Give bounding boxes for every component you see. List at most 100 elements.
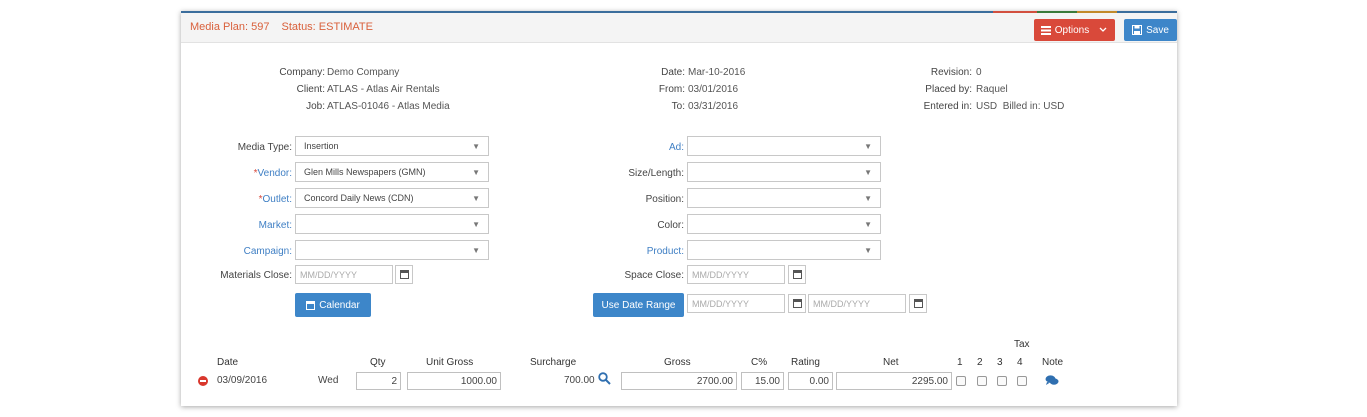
to-label: To: <box>671 101 685 112</box>
dropdown-caret-icon: ▼ <box>472 220 480 229</box>
client-value: ATLAS - Atlas Air Rentals <box>327 84 440 95</box>
vendor-select[interactable]: Glen Mills Newspapers (GMN) ▼ <box>295 162 489 182</box>
tax-2-checkbox[interactable] <box>977 376 987 386</box>
revision-label: Revision: <box>930 67 972 78</box>
market-select[interactable]: ▼ <box>295 214 489 234</box>
campaign-select[interactable]: ▼ <box>295 240 489 260</box>
placed-by-value: Raquel <box>976 84 1008 95</box>
size-length-select[interactable]: ▼ <box>687 162 881 182</box>
placed-by-label: Placed by: <box>925 84 972 95</box>
save-label: Save <box>1146 24 1169 36</box>
ad-select[interactable]: ▼ <box>687 136 881 156</box>
media-type-label: Media Type: <box>237 142 292 153</box>
calendar-icon <box>913 299 923 308</box>
color-label: Color: <box>657 220 684 231</box>
col-header-net: Net <box>883 357 899 368</box>
vendor-value: Glen Mills Newspapers (GMN) <box>304 167 426 177</box>
calendar-button-label: Calendar <box>319 299 360 311</box>
options-label: Options <box>1054 24 1090 36</box>
job-value: ATLAS-01046 - Atlas Media <box>327 101 450 112</box>
comment-icon[interactable] <box>1045 375 1059 386</box>
calendar-button[interactable]: Calendar <box>295 293 371 317</box>
qty-input[interactable]: 2 <box>356 372 401 390</box>
range-end-input[interactable]: MM/DD/YYYY <box>808 294 906 313</box>
dropdown-caret-icon: ▼ <box>864 142 872 151</box>
entered-in-currency: USD <box>976 101 998 112</box>
space-close-label: Space Close: <box>624 270 684 281</box>
dropdown-caret-icon: ▼ <box>864 168 872 177</box>
materials-close-label: Materials Close: <box>220 270 292 281</box>
color-select[interactable]: ▼ <box>687 214 881 234</box>
materials-close-calendar-button[interactable] <box>395 265 413 284</box>
billed-in-currency: USD <box>1043 101 1065 112</box>
media-type-value: Insertion <box>304 141 339 151</box>
gross-input[interactable]: 2700.00 <box>621 372 737 390</box>
from-value: 03/01/2016 <box>688 84 739 95</box>
col-header-c-pct: C% <box>751 357 768 368</box>
position-label: Position: <box>645 194 684 205</box>
calendar-icon <box>792 299 802 308</box>
dropdown-caret-icon: ▼ <box>864 246 872 255</box>
tax-group-header: Tax <box>1014 339 1030 350</box>
space-close-calendar-button[interactable] <box>788 265 806 284</box>
remove-row-icon[interactable] <box>198 376 208 386</box>
search-icon[interactable] <box>598 372 611 385</box>
outlet-select[interactable]: Concord Daily News (CDN) ▼ <box>295 188 489 208</box>
ad-label[interactable]: Ad: <box>669 142 684 153</box>
outlet-label: *Outlet: <box>258 194 292 205</box>
c-pct-input[interactable]: 15.00 <box>741 372 784 390</box>
size-length-label: Size/Length: <box>628 168 684 179</box>
net-input[interactable]: 2295.00 <box>836 372 952 390</box>
col-header-tax-1: 1 <box>957 357 963 368</box>
from-label: From: <box>658 84 685 95</box>
row-day: Wed <box>318 375 339 386</box>
col-header-tax-2: 2 <box>977 357 983 368</box>
page-title: Media Plan: 597 Status: ESTIMATE <box>190 21 373 33</box>
calendar-icon <box>792 270 802 279</box>
client-label: Client: <box>296 84 325 95</box>
col-header-tax-4: 4 <box>1017 357 1023 368</box>
position-select[interactable]: ▼ <box>687 188 881 208</box>
revision-value: 0 <box>976 67 982 78</box>
date-label: Date: <box>661 67 685 78</box>
col-header-gross: Gross <box>664 357 691 368</box>
col-header-surcharge: Surcharge <box>530 357 577 368</box>
media-plan-number: Media Plan: 597 <box>190 21 270 33</box>
col-header-tax-3: 3 <box>997 357 1003 368</box>
materials-close-input[interactable]: MM/DD/YYYY <box>295 265 393 284</box>
dropdown-caret-icon: ▼ <box>864 194 872 203</box>
dropdown-caret-icon: ▼ <box>472 246 480 255</box>
chevron-down-icon <box>1099 27 1107 32</box>
col-header-qty: Qty <box>370 357 386 368</box>
col-header-note: Note <box>1042 357 1064 368</box>
status-text: Status: ESTIMATE <box>281 21 374 33</box>
tax-3-checkbox[interactable] <box>997 376 1007 386</box>
to-value: 03/31/2016 <box>688 101 739 112</box>
outlet-value: Concord Daily News (CDN) <box>304 193 414 203</box>
space-close-input[interactable]: MM/DD/YYYY <box>687 265 785 284</box>
rating-input[interactable]: 0.00 <box>788 372 833 390</box>
vendor-label: *Vendor: <box>253 168 292 179</box>
product-label[interactable]: Product: <box>647 246 684 257</box>
tax-4-checkbox[interactable] <box>1017 376 1027 386</box>
product-select[interactable]: ▼ <box>687 240 881 260</box>
tax-1-checkbox[interactable] <box>956 376 966 386</box>
campaign-label[interactable]: Campaign: <box>244 246 292 257</box>
market-label[interactable]: Market: <box>259 220 292 231</box>
unit-gross-input[interactable]: 1000.00 <box>407 372 501 390</box>
dropdown-caret-icon: ▼ <box>864 220 872 229</box>
range-start-calendar-button[interactable] <box>788 294 806 313</box>
save-icon <box>1132 25 1143 35</box>
save-button[interactable]: Save <box>1124 19 1177 41</box>
row-date: 03/09/2016 <box>217 375 268 386</box>
panel-header: Media Plan: 597 Status: ESTIMATE <box>181 13 1177 43</box>
range-start-input[interactable]: MM/DD/YYYY <box>687 294 785 313</box>
media-type-select[interactable]: Insertion ▼ <box>295 136 489 156</box>
job-label: Job: <box>306 101 325 112</box>
use-date-range-button[interactable]: Use Date Range <box>593 293 684 317</box>
billed-in-label: Billed in: <box>1002 101 1041 112</box>
calendar-icon <box>306 300 316 310</box>
list-icon <box>1040 25 1051 35</box>
options-button[interactable]: Options <box>1034 19 1115 41</box>
range-end-calendar-button[interactable] <box>909 294 927 313</box>
